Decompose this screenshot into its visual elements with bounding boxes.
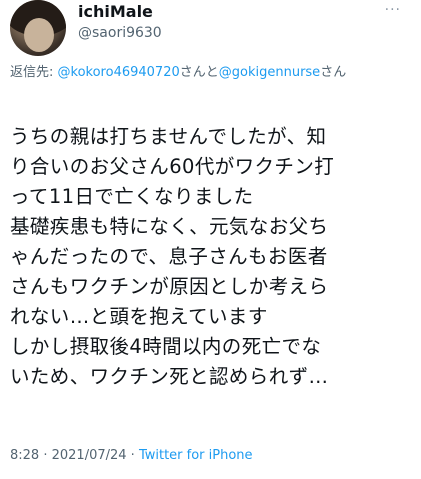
tweet-body-line: って11日で亡くなりました bbox=[10, 185, 254, 208]
tweet-source-link[interactable]: Twitter for iPhone bbox=[139, 448, 253, 463]
author-handle[interactable]: @saori9630 bbox=[78, 24, 162, 42]
avatar-face bbox=[24, 18, 54, 52]
tweet-body-line: うちの親は打ちませんでしたが、知 bbox=[10, 125, 327, 148]
tweet-body-line: ゃんだったので、息子さんもお医者 bbox=[10, 245, 328, 268]
reply-to-line: 返信先: @kokoro46940720さんと@gokigennurseさん bbox=[10, 64, 398, 82]
tweet-body-line: 基礎疾患も特になく、元気なお父ち bbox=[10, 215, 329, 238]
tweet-body: うちの親は打ちませんでしたが、知 り合いのお父さん60代がワクチン打 って11日… bbox=[10, 122, 405, 392]
tweet-body-line: り合いのお父さん60代がワクチン打 bbox=[10, 155, 335, 178]
mention-link[interactable]: @gokigennurse bbox=[219, 65, 320, 80]
reply-prefix: 返信先: bbox=[10, 65, 58, 80]
tweet-body-line: いため、ワクチン死と認められず… bbox=[10, 365, 329, 388]
more-options-icon[interactable]: ··· bbox=[385, 2, 401, 18]
meta-separator: · bbox=[39, 448, 52, 463]
mention-link[interactable]: @kokoro46940720 bbox=[58, 65, 180, 80]
tweet-time[interactable]: 8:28 bbox=[10, 448, 39, 463]
tweet-body-line: さんもワクチンが原因としか考えら bbox=[10, 275, 329, 298]
meta-separator: · bbox=[126, 448, 139, 463]
reply-joiner: さんと bbox=[179, 65, 219, 80]
author-display-name[interactable]: ichiMale bbox=[78, 2, 153, 22]
tweet-date[interactable]: 2021/07/24 bbox=[52, 448, 127, 463]
tweet-meta: 8:28 · 2021/07/24 · Twitter for iPhone bbox=[10, 447, 253, 465]
tweet-body-line: れない…と頭を抱えています bbox=[10, 305, 268, 328]
tweet-body-line: しかし摂取後4時間以内の死亡でな bbox=[10, 335, 322, 358]
avatar[interactable] bbox=[10, 0, 66, 56]
reply-suffix: さん bbox=[320, 65, 347, 80]
